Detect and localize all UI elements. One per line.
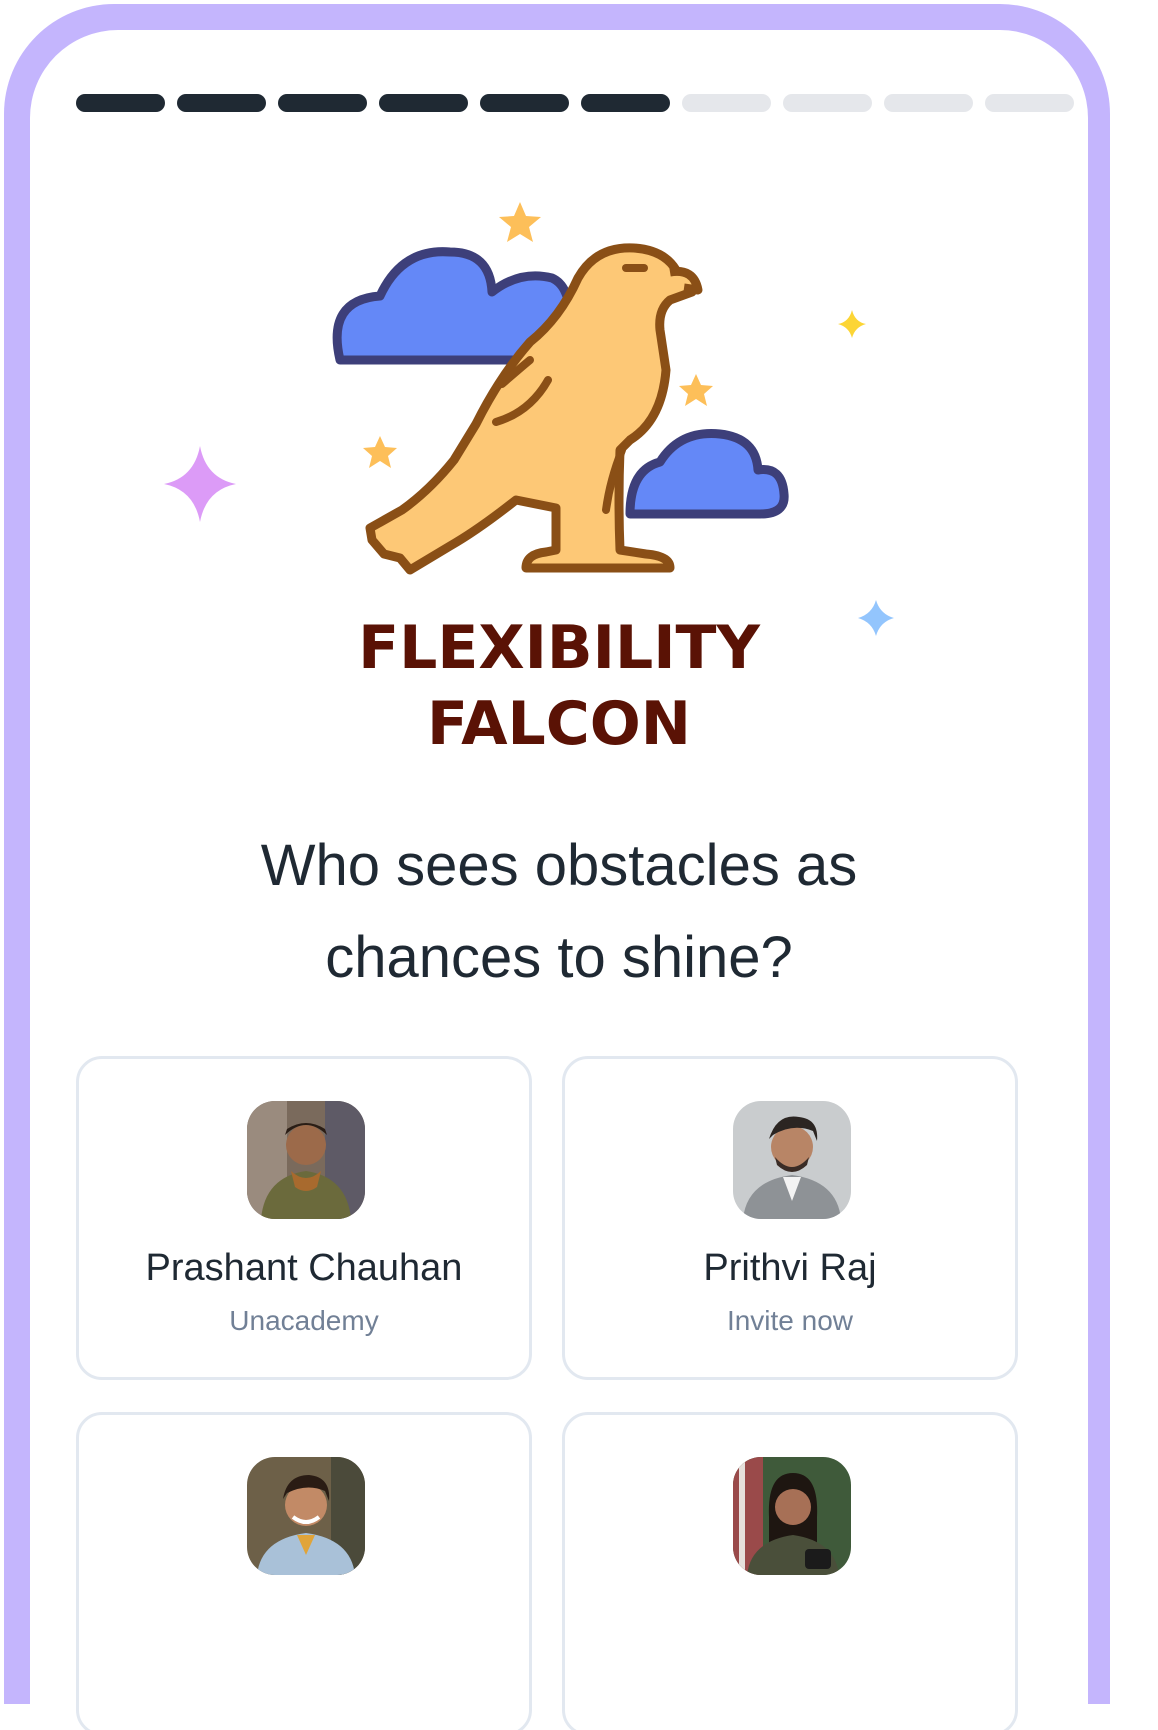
- question-line2: chances to shine?: [325, 925, 793, 990]
- person-card[interactable]: Prithvi Raj Invite now: [562, 1056, 1018, 1380]
- person-name: Prashant Chauhan: [145, 1247, 463, 1289]
- person-name: Prithvi Raj: [703, 1247, 877, 1289]
- avatar: [247, 1101, 365, 1219]
- person-card[interactable]: Prashant Chauhan Unacademy: [76, 1056, 532, 1380]
- badge-title-line1: FLEXIBILITY: [358, 613, 760, 683]
- question-line1: Who sees obstacles as: [260, 833, 858, 898]
- phone-frame: FLEXIBILITY FALCON Who sees obstacles as…: [4, 4, 1110, 1730]
- person-subtitle: Invite now: [726, 1305, 854, 1336]
- phone-screen: FLEXIBILITY FALCON Who sees obstacles as…: [30, 30, 1088, 1730]
- person-subtitle: Unacademy: [229, 1305, 379, 1336]
- badge-illustration: FLEXIBILITY FALCON: [30, 30, 1088, 790]
- avatar: [733, 1101, 851, 1219]
- avatar: [733, 1457, 851, 1575]
- question-text: Who sees obstacles as chances to shine?: [90, 820, 1028, 1004]
- badge-title-line2: FALCON: [426, 689, 692, 759]
- avatar: [247, 1457, 365, 1575]
- person-card[interactable]: [76, 1412, 532, 1730]
- person-card[interactable]: [562, 1412, 1018, 1730]
